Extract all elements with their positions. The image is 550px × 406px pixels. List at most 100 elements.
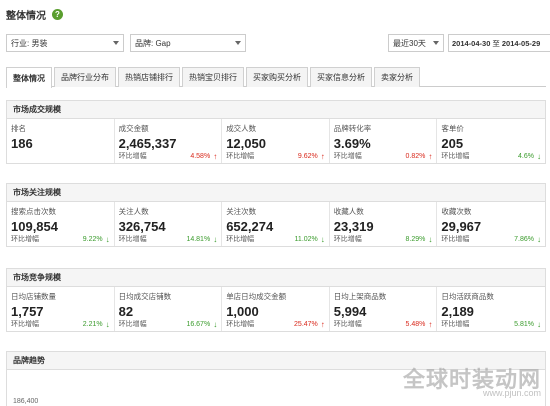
change-value: 16.67% (186, 320, 211, 328)
metric-value: 1,000 (226, 304, 259, 319)
brand-select[interactable]: 品牌: Gap (130, 34, 246, 52)
change-label: 环比增幅 (118, 321, 147, 328)
arrow-down-icon: ↓ (428, 234, 433, 244)
tab-buyer-purchase[interactable]: 买家购买分析 (246, 67, 308, 87)
industry-select[interactable]: 行业: 男装 (6, 34, 124, 52)
metric-label: 成交人数 (226, 124, 257, 133)
metric-cell: 日均活跃商品数 2,189 环比增幅 5.81% ↓ (437, 287, 545, 331)
metric-cell: 排名 186 (7, 119, 115, 163)
metric-value: 109,854 (11, 219, 58, 234)
section-title: 市场成交规模 (7, 101, 545, 119)
change-label: 环比增幅 (118, 236, 147, 243)
help-icon[interactable]: ? (52, 8, 63, 20)
change-value: 8.29% (405, 235, 426, 243)
change-value: 9.62% (297, 152, 318, 160)
arrow-down-icon: ↓ (105, 319, 110, 329)
metric-change: 环比增幅 2.21% ↓ (11, 319, 110, 329)
date-end: 2014-05-29 (501, 38, 541, 48)
brand-select-value: 品牌: Gap (135, 38, 171, 48)
tab-bar: 整体情况 品牌行业分布 热销店铺排行 热销宝贝排行 买家购买分析 买家信息分析 … (6, 67, 546, 88)
change-label: 环比增幅 (441, 321, 470, 328)
metric-value: 12,050 (226, 136, 266, 151)
chevron-down-icon (113, 41, 119, 45)
tab-top-shops[interactable]: 热销店铺排行 (118, 67, 180, 87)
metric-cell: 日均成交店铺数 82 环比增幅 16.67% ↓ (115, 287, 223, 331)
change-label: 环比增幅 (118, 153, 147, 160)
metric-change: 环比增幅 5.81% ↓ (441, 319, 541, 329)
change-label: 环比增幅 (333, 321, 362, 328)
change-value: 0.82% (405, 152, 426, 160)
metric-cell: 品牌转化率 3.69% 环比增幅 0.82% ↑ (330, 119, 438, 163)
metric-value: 5,994 (333, 304, 367, 319)
section-market-competition: 市场竞争规模 日均店铺数量 1,757 环比增幅 2.21% ↓ 日均成交店铺数… (6, 268, 546, 332)
tab-seller-analysis[interactable]: 卖家分析 (374, 67, 420, 87)
metric-cell: 关注人数 326,754 环比增幅 14.81% ↓ (115, 202, 223, 246)
metric-value: 652,274 (226, 219, 274, 234)
metric-change: 环比增幅 14.81% ↓ (119, 234, 218, 244)
metric-label: 搜索点击次数 (11, 207, 56, 216)
metric-value: 186 (11, 136, 33, 151)
metric-value: 3.69% (333, 136, 371, 151)
metric-grid: 日均店铺数量 1,757 环比增幅 2.21% ↓ 日均成交店铺数 82 环比增… (7, 287, 545, 331)
metric-label: 日均成交店铺数 (118, 292, 172, 301)
metric-cell: 成交金额 2,465,337 环比增幅 4.58% ↑ (115, 119, 223, 163)
metric-label: 关注次数 (226, 207, 257, 216)
tab-buyer-info[interactable]: 买家信息分析 (310, 67, 372, 87)
page-header: 整体情况 ? (6, 4, 63, 24)
metric-value: 326,754 (118, 219, 166, 234)
metric-label: 成交金额 (118, 124, 149, 133)
tab-overview[interactable]: 整体情况 (6, 67, 52, 88)
change-label: 环比增幅 (441, 153, 470, 160)
change-value: 5.81% (514, 320, 534, 328)
metric-label: 收藏人数 (333, 207, 364, 216)
metric-change: 环比增幅 25.47% ↑ (226, 319, 325, 329)
metric-change: 环比增幅 4.6% ↓ (441, 151, 541, 161)
watermark-url: www.pjun.com (482, 388, 541, 398)
metric-label: 单店日均成交金额 (226, 292, 287, 301)
filter-bar: 行业: 男装 品牌: Gap 最近30天 2014-04-30 至 2014-0… (6, 34, 550, 54)
metric-label: 关注人数 (118, 207, 149, 216)
metric-cell: 收藏次数 29,967 环比增幅 7.86% ↓ (437, 202, 545, 246)
metric-cell: 关注次数 652,274 环比增幅 11.02% ↓ (222, 202, 330, 246)
metric-grid: 排名 186 成交金额 2,465,337 环比增幅 4.58% ↑ 成交人数 … (7, 119, 545, 163)
arrow-up-icon: ↑ (320, 319, 325, 329)
metric-value: 1,757 (11, 304, 44, 319)
arrow-down-icon: ↓ (105, 234, 110, 244)
arrow-down-icon: ↓ (536, 319, 541, 329)
tab-top-items[interactable]: 热销宝贝排行 (182, 67, 244, 87)
page-title: 整体情况 (6, 10, 46, 22)
section-market-attention: 市场关注规模 搜索点击次数 109,854 环比增幅 9.22% ↓ 关注人数 … (6, 183, 546, 247)
metric-value: 205 (441, 136, 464, 151)
change-label: 环比增幅 (226, 321, 255, 328)
trend-axis-label: 186,400 (13, 398, 39, 405)
arrow-up-icon: ↑ (320, 151, 325, 161)
change-value: 2.21% (82, 320, 103, 328)
date-range-picker[interactable]: 2014-04-30 至 2014-05-29 (448, 34, 550, 52)
metric-cell: 日均店铺数量 1,757 环比增幅 2.21% ↓ (7, 287, 115, 331)
arrow-up-icon: ↑ (213, 151, 218, 161)
tab-brand-industry[interactable]: 品牌行业分布 (54, 67, 116, 87)
arrow-down-icon: ↓ (213, 319, 218, 329)
change-value: 4.58% (190, 152, 211, 160)
metric-cell: 成交人数 12,050 环比增幅 9.62% ↑ (222, 119, 330, 163)
change-value: 5.48% (405, 320, 426, 328)
section-brand-trend: 品牌趋势 186,400 全球时装动网 www.pjun.com (6, 351, 546, 406)
change-label: 环比增幅 (333, 153, 362, 160)
chevron-down-icon (235, 41, 241, 45)
change-label: 环比增幅 (333, 236, 362, 243)
arrow-down-icon: ↓ (536, 234, 541, 244)
metric-cell: 单店日均成交金额 1,000 环比增幅 25.47% ↑ (222, 287, 330, 331)
change-label: 环比增幅 (11, 321, 39, 328)
metric-change: 环比增幅 0.82% ↑ (334, 151, 433, 161)
metric-value: 2,465,337 (118, 136, 177, 151)
change-label: 环比增幅 (11, 236, 39, 243)
change-value: 11.02% (294, 235, 318, 243)
metric-value: 82 (118, 304, 134, 319)
section-title: 市场竞争规模 (7, 269, 545, 287)
period-select[interactable]: 最近30天 (388, 34, 444, 52)
metric-change: 环比增幅 9.62% ↑ (226, 151, 325, 161)
metric-label: 排名 (11, 124, 26, 133)
metric-grid: 搜索点击次数 109,854 环比增幅 9.22% ↓ 关注人数 326,754… (7, 202, 545, 246)
arrow-down-icon: ↓ (536, 151, 541, 161)
metric-change: 环比增幅 5.48% ↑ (334, 319, 433, 329)
